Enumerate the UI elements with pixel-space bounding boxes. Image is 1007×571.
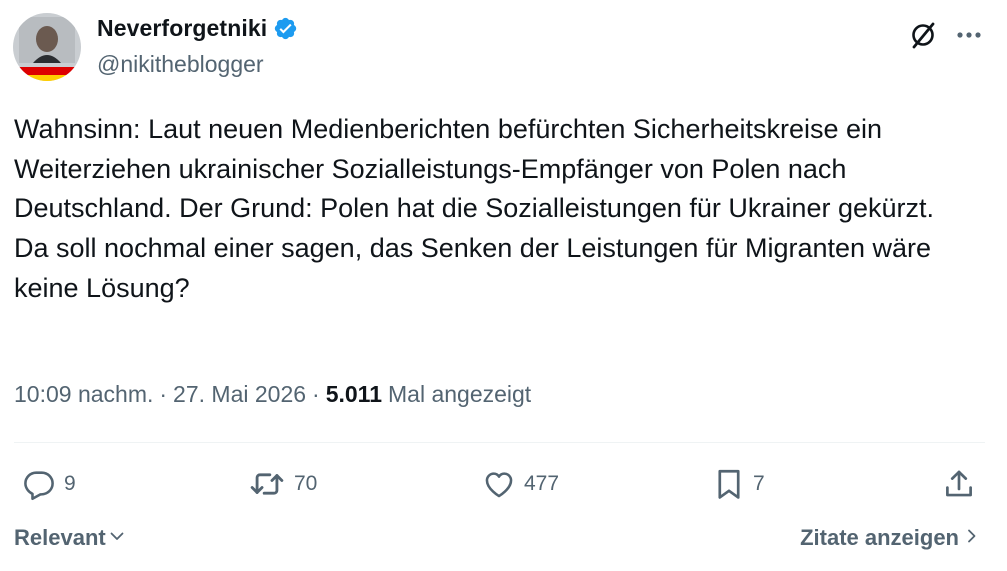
bookmark-icon (713, 467, 745, 501)
bookmark-button[interactable]: 7 (713, 466, 765, 502)
meta-separator: · (312, 381, 320, 407)
meta-separator: · (159, 381, 168, 407)
grok-icon[interactable] (906, 18, 940, 52)
like-button[interactable]: 477 (482, 466, 559, 502)
repost-icon (248, 467, 286, 501)
tweet-time[interactable]: 10:09 nachm. (14, 381, 153, 408)
quotes-label: Zitate anzeigen (800, 525, 959, 550)
views-label[interactable]: Mal angezeigt (388, 381, 531, 408)
like-count: 477 (524, 472, 560, 495)
avatar[interactable] (13, 13, 81, 81)
chevron-right-icon (965, 525, 979, 551)
author-handle[interactable]: @nikitheblogger (97, 51, 264, 78)
share-button[interactable] (942, 466, 976, 502)
more-icon[interactable] (952, 18, 986, 52)
reply-count: 9 (64, 472, 76, 495)
author-display-name[interactable]: Neverforgetniki (97, 15, 267, 42)
tweet-meta: 10:09 nachm. · 27. Mai 2026 · 5.011 Mal … (14, 381, 531, 408)
sort-dropdown[interactable]: Relevant (14, 525, 126, 551)
divider (14, 442, 985, 443)
tweet-text: Wahnsinn: Laut neuen Medienberichten bef… (14, 114, 934, 303)
view-quotes-link[interactable]: Zitate anzeigen (800, 525, 979, 551)
views-count[interactable]: 5.011 (326, 381, 382, 408)
sort-label: Relevant (14, 525, 106, 550)
tweet-date[interactable]: 27. Mai 2026 (173, 381, 306, 408)
share-icon (942, 467, 976, 501)
reply-button[interactable]: 9 (22, 466, 76, 502)
bookmark-count: 7 (753, 472, 765, 495)
verified-badge-icon (273, 16, 298, 41)
reply-icon (22, 467, 56, 501)
repost-count: 70 (294, 472, 318, 495)
repost-button[interactable]: 70 (248, 466, 317, 502)
like-icon (482, 467, 516, 501)
chevron-down-icon (108, 525, 126, 551)
